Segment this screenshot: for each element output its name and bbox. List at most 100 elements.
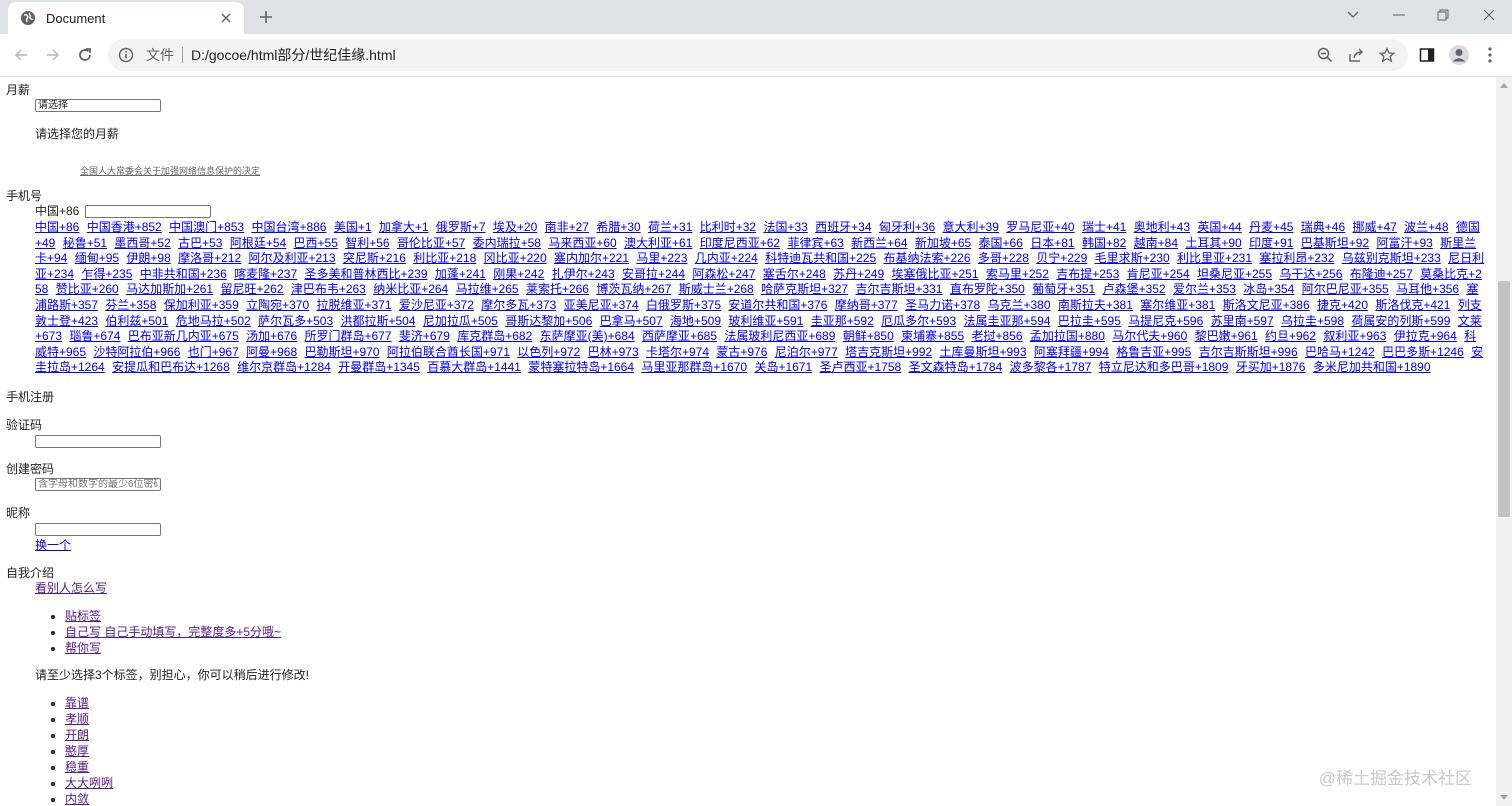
country-code-link[interactable]: 柬埔寨+855 [901, 329, 964, 343]
tag-link[interactable]: 孝顺 [65, 712, 89, 726]
country-code-link[interactable]: 伯利兹+501 [105, 314, 168, 328]
country-code-link[interactable]: 多米尼加共和国+1890 [1313, 360, 1431, 374]
country-code-link[interactable]: 中国台湾+886 [251, 220, 326, 234]
country-code-link[interactable]: 安哥拉+244 [622, 267, 685, 281]
country-code-link[interactable]: 巴哈马+1242 [1305, 345, 1375, 359]
country-code-link[interactable]: 哈萨克斯坦+327 [761, 282, 848, 296]
country-code-link[interactable]: 蒙古+976 [716, 345, 767, 359]
country-code-link[interactable]: 摩尔多瓦+373 [481, 298, 556, 312]
tag-link[interactable]: 开朗 [65, 728, 89, 742]
country-code-link[interactable]: 塞拉利昂+232 [1259, 251, 1334, 265]
country-code-link[interactable]: 海地+509 [670, 314, 721, 328]
country-code-link[interactable]: 加拿大+1 [379, 220, 429, 234]
country-code-link[interactable]: 葡萄牙+351 [1032, 282, 1095, 296]
country-code-link[interactable]: 莱索托+266 [526, 282, 589, 296]
country-code-link[interactable]: 荷属安的列斯+599 [1351, 314, 1450, 328]
country-code-link[interactable]: 阿塞拜疆+994 [1034, 345, 1109, 359]
country-code-link[interactable]: 日本+81 [1030, 236, 1074, 250]
country-code-link[interactable]: 关岛+1671 [754, 360, 812, 374]
scroll-down-icon[interactable] [1496, 790, 1512, 806]
country-code-link[interactable]: 玻利维亚+591 [728, 314, 803, 328]
tag-link[interactable]: 大大咧咧 [65, 776, 113, 790]
country-code-link[interactable]: 厄瓜多尔+593 [881, 314, 956, 328]
country-code-link[interactable]: 突尼斯+216 [343, 251, 406, 265]
share-icon[interactable] [1344, 39, 1368, 71]
country-code-link[interactable]: 巴巴多斯+1246 [1382, 345, 1464, 359]
country-code-link[interactable]: 英国+44 [1197, 220, 1241, 234]
country-code-link[interactable]: 卡塔尔+974 [646, 345, 709, 359]
country-code-link[interactable]: 叙利亚+963 [1323, 329, 1386, 343]
country-code-link[interactable]: 法属圭亚那+594 [964, 314, 1051, 328]
country-code-link[interactable]: 马来西亚+60 [548, 236, 616, 250]
country-code-link[interactable]: 法属玻利尼西亚+689 [724, 329, 835, 343]
back-arrow-icon[interactable] [10, 44, 32, 66]
country-code-link[interactable]: 哥斯达黎加+506 [505, 314, 592, 328]
country-code-link[interactable]: 扎伊尔+243 [552, 267, 615, 281]
country-code-link[interactable]: 乌兹别克斯坦+233 [1342, 251, 1441, 265]
country-code-link[interactable]: 库克群岛+682 [457, 329, 532, 343]
country-code-link[interactable]: 土耳其+90 [1185, 236, 1241, 250]
country-code-link[interactable]: 马里+223 [636, 251, 687, 265]
country-code-link[interactable]: 法国+33 [763, 220, 807, 234]
country-code-link[interactable]: 也门+967 [188, 345, 239, 359]
password-input[interactable] [35, 478, 161, 491]
country-code-link[interactable]: 以色列+972 [517, 345, 580, 359]
country-code-link[interactable]: 塞内加尔+221 [554, 251, 629, 265]
country-code-link[interactable]: 阿根廷+54 [230, 236, 286, 250]
country-code-link[interactable]: 瑙鲁+674 [69, 329, 120, 343]
country-code-link[interactable]: 哥伦比亚+57 [397, 236, 465, 250]
country-code-link[interactable]: 危地马拉+502 [176, 314, 251, 328]
restore-button[interactable] [1420, 0, 1466, 30]
country-code-link[interactable]: 津巴布韦+263 [291, 282, 366, 296]
tab-search-icon[interactable] [1330, 0, 1376, 30]
country-code-link[interactable]: 孟加拉国+880 [1030, 329, 1105, 343]
country-code-link[interactable]: 圣卢西亚+1758 [820, 360, 902, 374]
country-code-link[interactable]: 伊拉克+964 [1394, 329, 1457, 343]
country-code-link[interactable]: 秘鲁+51 [63, 236, 107, 250]
country-code-link[interactable]: 中国香港+852 [87, 220, 162, 234]
country-code-link[interactable]: 埃及+20 [493, 220, 537, 234]
country-code-link[interactable]: 圭亚那+592 [811, 314, 874, 328]
country-code-link[interactable]: 摩纳哥+377 [835, 298, 898, 312]
country-code-link[interactable]: 乍得+235 [81, 267, 132, 281]
country-code-link[interactable]: 圣文森特岛+1784 [909, 360, 1003, 374]
country-code-link[interactable]: 乌拉圭+598 [1281, 314, 1344, 328]
country-code-link[interactable]: 波兰+48 [1404, 220, 1448, 234]
info-icon[interactable] [118, 47, 134, 63]
country-code-link[interactable]: 吉尔吉斯坦+331 [855, 282, 942, 296]
country-code-link[interactable]: 布基纳法索+226 [883, 251, 970, 265]
country-code-link[interactable]: 斯威士兰+268 [679, 282, 754, 296]
country-code-link[interactable]: 马尔代夫+960 [1112, 329, 1187, 343]
country-code-link[interactable]: 阿拉伯联合酋长国+971 [387, 345, 510, 359]
country-code-link[interactable]: 喀麦隆+237 [234, 267, 297, 281]
bookmark-star-icon[interactable] [1375, 39, 1399, 71]
country-code-link[interactable]: 巴林+973 [588, 345, 639, 359]
nickname-input[interactable] [35, 523, 161, 536]
country-code-link[interactable]: 特立尼达和多巴哥+1809 [1099, 360, 1229, 374]
country-code-link[interactable]: 朝鲜+850 [843, 329, 894, 343]
country-code-link[interactable]: 圣多美和普林西比+239 [305, 267, 428, 281]
country-code-link[interactable]: 阿尔巴尼亚+355 [1302, 282, 1389, 296]
country-code-link[interactable]: 苏丹+249 [833, 267, 884, 281]
country-code-link[interactable]: 西萨摩亚+685 [642, 329, 717, 343]
country-code-link[interactable]: 阿森松+247 [692, 267, 755, 281]
country-code-link[interactable]: 丹麦+45 [1249, 220, 1293, 234]
country-code-link[interactable]: 南斯拉夫+381 [1058, 298, 1133, 312]
country-code-link[interactable]: 卢森堡+352 [1103, 282, 1166, 296]
country-code-link[interactable]: 阿富汗+93 [1376, 236, 1432, 250]
country-code-link[interactable]: 洪都拉斯+504 [341, 314, 416, 328]
country-code-link[interactable]: 开曼群岛+1345 [338, 360, 420, 374]
country-code-link[interactable]: 巴西+55 [294, 236, 338, 250]
country-code-link[interactable]: 希腊+30 [596, 220, 640, 234]
country-code-link[interactable]: 圣马力诺+378 [905, 298, 980, 312]
change-nickname-link[interactable]: 换一个 [35, 538, 71, 553]
country-code-link[interactable]: 格鲁吉亚+995 [1116, 345, 1191, 359]
country-code-link[interactable]: 纳米比亚+264 [373, 282, 448, 296]
country-code-link[interactable]: 巴拉圭+595 [1058, 314, 1121, 328]
country-code-link[interactable]: 西班牙+34 [815, 220, 871, 234]
country-code-link[interactable]: 荷兰+31 [648, 220, 692, 234]
country-code-link[interactable]: 立陶宛+370 [246, 298, 309, 312]
country-code-link[interactable]: 瑞典+46 [1301, 220, 1345, 234]
self-write-link[interactable]: 自己写 自己手动填写，完整度多+5分哦~ [65, 625, 281, 639]
country-code-link[interactable]: 贝宁+229 [1036, 251, 1087, 265]
